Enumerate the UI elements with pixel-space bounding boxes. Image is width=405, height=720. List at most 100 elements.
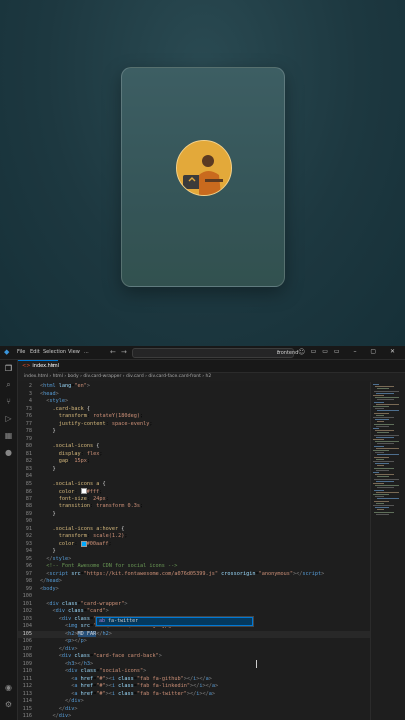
code-line[interactable]: 4 <style> (18, 398, 370, 406)
line-number: 108 (22, 653, 32, 659)
code-line[interactable]: 115 </div> (18, 706, 370, 714)
minimap-line (377, 487, 394, 489)
minimap-line (373, 406, 389, 407)
code-text: <div class="card-face card-back"> (58, 653, 162, 659)
code-text: .social-icons a { (52, 480, 106, 487)
code-line[interactable]: 113 <a href="#"><i class="fab fa-twitter… (18, 691, 370, 699)
minimap-line (373, 417, 394, 418)
window-controls[interactable]: ▭▭▭ – ▢ ✕ (311, 348, 401, 356)
menu-more[interactable]: ... (84, 349, 89, 356)
code-line[interactable]: 76 transform: rotateY(180deg); (18, 413, 370, 421)
extensions-icon[interactable]: ▦ (4, 431, 13, 440)
tab-index-html[interactable]: <> index.html × (18, 360, 60, 373)
line-number: 88 (25, 503, 32, 509)
code-line[interactable]: 77 justify-content: space-evenly; (18, 421, 370, 429)
code-line[interactable]: 89 } (18, 511, 370, 519)
code-line[interactable]: 92 transform: scale(1.2); (18, 533, 370, 541)
close-icon[interactable]: × (51, 361, 55, 372)
code-line[interactable]: 112 <a href="#"><i class="fab fa-linkedi… (18, 683, 370, 691)
code-line[interactable]: 109 <h3></h3> (18, 661, 370, 669)
code-text: <body> (40, 585, 59, 592)
line-number: 104 (22, 623, 32, 629)
code-text: <div class="card"> (52, 608, 109, 614)
line-number: 107 (22, 645, 32, 652)
command-center-search[interactable]: ⌕ frontend (132, 348, 298, 358)
code-line[interactable]: 83 } (18, 466, 370, 474)
explorer-icon[interactable]: ❐ (4, 364, 13, 373)
menu-edit[interactable]: Edit (30, 349, 40, 356)
account-icon[interactable]: ◉ (4, 683, 13, 692)
autocomplete-popup[interactable]: ab fa-twitter (95, 616, 254, 627)
code-line[interactable]: 88 transition: transform 0.3s; (18, 503, 370, 511)
code-line[interactable]: 87 font-size: 24px; (18, 496, 370, 504)
code-line[interactable]: 94 } (18, 548, 370, 556)
line-number: 79 (25, 435, 32, 442)
minimap-line (377, 432, 389, 434)
tab-label: index.html (32, 363, 60, 369)
code-line[interactable]: 110 <div class="social-icons"> (18, 668, 370, 676)
breadcrumb-path[interactable]: index.html › html › body › div.card-wrap… (24, 374, 211, 379)
search-icon[interactable]: ⌕ (4, 380, 13, 389)
search-label: frontend (277, 350, 299, 356)
tab-bar: <> index.html × (18, 360, 405, 373)
code-text: </div> (65, 698, 84, 704)
code-line[interactable]: 84 (18, 473, 370, 481)
menu-selection[interactable]: Selection (43, 349, 66, 356)
line-number: 116 (22, 713, 32, 719)
code-line[interactable]: 78 } (18, 428, 370, 436)
minimap-line (373, 461, 394, 462)
code-line[interactable]: 80 .social-icons { (18, 443, 370, 451)
code-line[interactable]: 82 gap: 15px; (18, 458, 370, 466)
code-line[interactable]: 93 color: #00aaff; (18, 540, 370, 549)
code-line[interactable]: 96 <!-- Font Awesome CDN for social icon… (18, 563, 370, 571)
minimap-line (377, 509, 384, 511)
code-line[interactable]: 91 .social-icons a:hover { (18, 526, 370, 534)
code-area[interactable]: 2 <html lang="en"> 3 <head> 4 <style> 73 .car… (18, 382, 370, 720)
avatar (176, 140, 232, 196)
code-line[interactable]: 106 <p></p> (18, 638, 370, 646)
back-arrow-icon[interactable]: ← (110, 348, 116, 356)
code-line[interactable]: 105 <h2>MD FAR</h2> (18, 630, 370, 638)
menu-view[interactable]: View (68, 349, 80, 356)
code-line[interactable]: 108 <div class="card-face card-back"> (18, 653, 370, 661)
code-line[interactable]: 90 (18, 518, 370, 526)
breadcrumb[interactable]: index.html › html › body › div.card-wrap… (18, 373, 405, 381)
source-control-icon[interactable]: ⑂ (4, 397, 13, 406)
code-editor-window: ◆ File Edit Selection View ... ← → ⌕ fro… (0, 346, 405, 720)
github-icon[interactable]: ● (4, 448, 13, 457)
suggestion-kind-icon: ab (99, 618, 106, 624)
code-line[interactable]: 100 (18, 593, 370, 601)
code-line[interactable]: 85 .social-icons a { (18, 481, 370, 489)
code-line[interactable]: 101 <div class="card-wrapper"> (18, 601, 370, 609)
code-line[interactable]: 107 </div> (18, 646, 370, 654)
code-line[interactable]: 95 </style> (18, 556, 370, 564)
run-debug-icon[interactable]: ▷ (4, 414, 13, 423)
code-line[interactable]: 86 color: #fff; (18, 488, 370, 496)
copilot-icon[interactable]: ☺ (298, 348, 305, 356)
code-line[interactable]: 3 <head> (18, 391, 370, 399)
line-number: 99 (25, 585, 32, 592)
code-line[interactable]: 99 <body> (18, 586, 370, 594)
code-line[interactable]: 97 <script src="https://kit.fontawesome.… (18, 571, 370, 579)
code-line[interactable]: 98 </head> (18, 578, 370, 586)
code-line[interactable]: 81 display: flex; (18, 451, 370, 459)
gear-icon[interactable]: ⚙ (4, 700, 13, 709)
minimap[interactable] (370, 382, 405, 720)
browser-preview (0, 0, 405, 346)
line-number: 110 (22, 668, 32, 674)
suggestion-item[interactable]: ab fa-twitter (96, 617, 253, 626)
code-line[interactable]: 116 </div> (18, 713, 370, 720)
forward-arrow-icon[interactable]: → (121, 348, 127, 356)
code-line[interactable]: 111 <a href="#"><i class="fab fa-github"… (18, 676, 370, 684)
code-line[interactable]: 102 <div class="card"> (18, 608, 370, 616)
code-line[interactable]: 73 .card-back { (18, 406, 370, 414)
code-line[interactable]: 114 </div> (18, 698, 370, 706)
profile-card[interactable] (121, 67, 285, 287)
code-line[interactable]: 2 <html lang="en"> (18, 383, 370, 391)
code-line[interactable]: 79 (18, 436, 370, 444)
line-number: 103 (22, 615, 32, 622)
minimap-line (375, 408, 384, 410)
code-text: } (52, 510, 56, 517)
menu-file[interactable]: File (17, 349, 25, 356)
minimap-line (376, 436, 394, 438)
